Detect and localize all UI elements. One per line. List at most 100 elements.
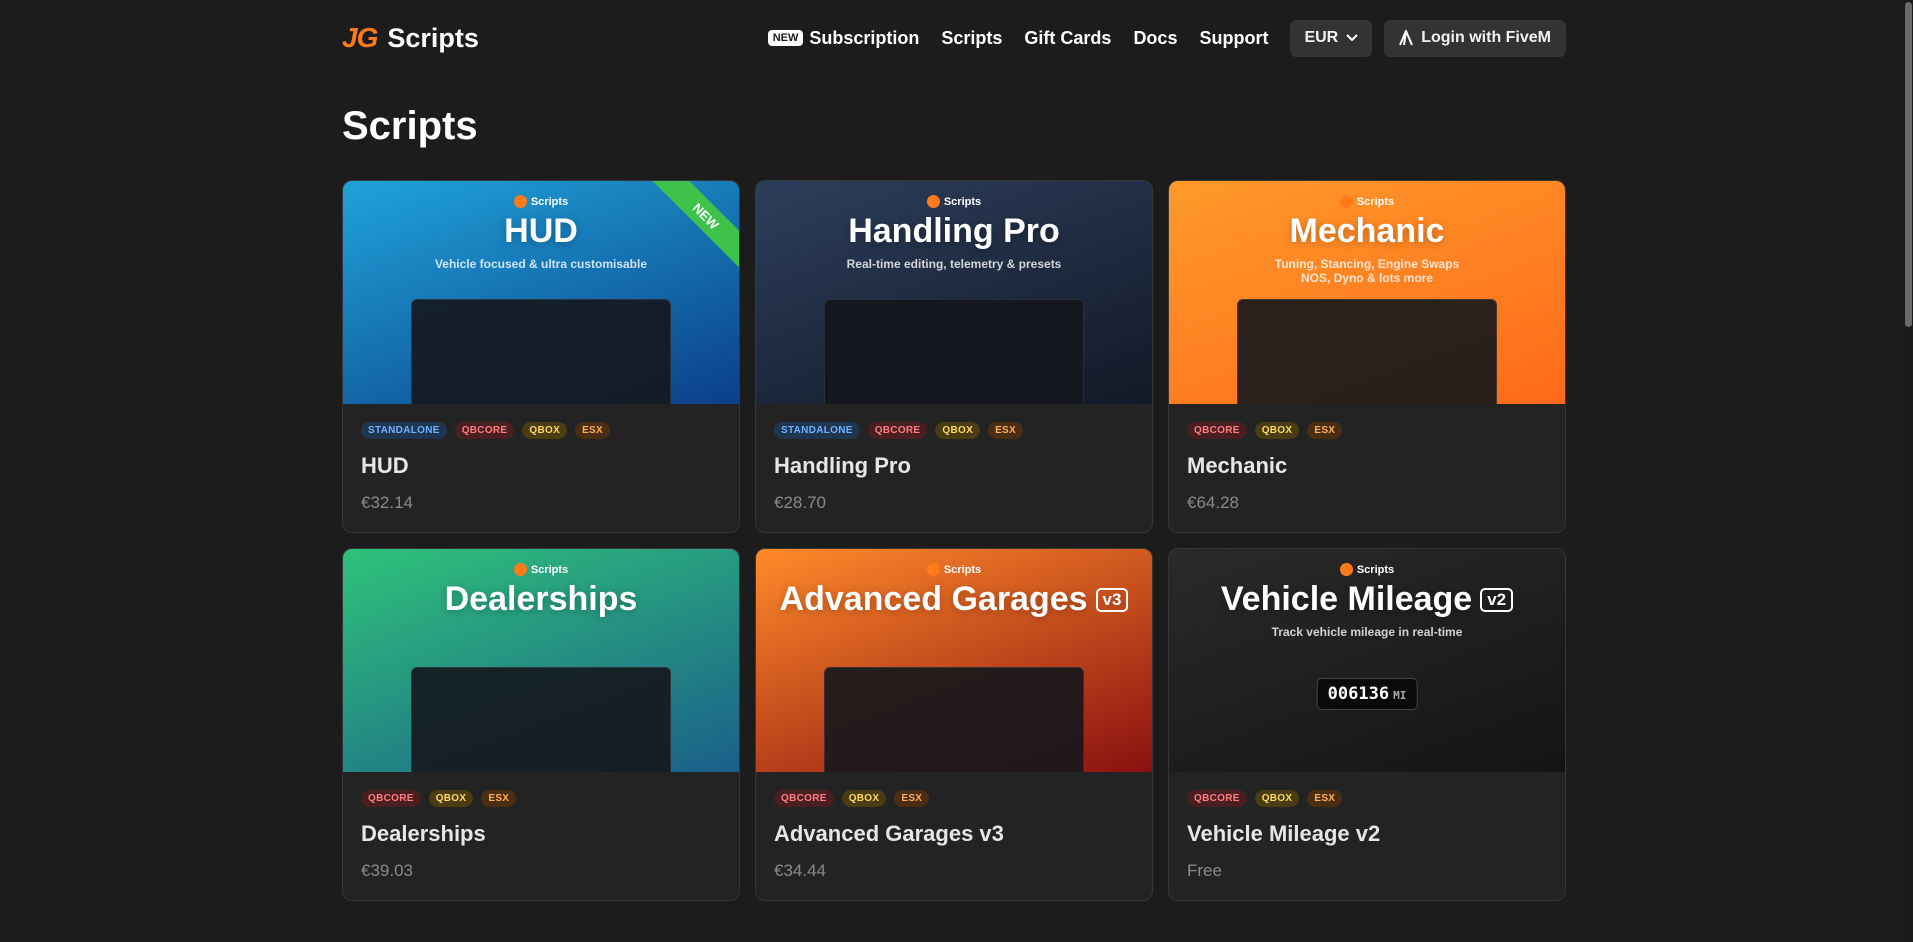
framework-tag: QBCORE (361, 790, 421, 807)
framework-tag: QBCORE (774, 790, 834, 807)
new-badge: NEW (767, 30, 804, 46)
framework-tag: QBCORE (1187, 422, 1247, 439)
brand-dot-icon (926, 563, 940, 576)
odometer-unit: MI (1393, 689, 1407, 702)
banner-brand: Scripts (513, 563, 569, 576)
banner-screenshot (1237, 299, 1497, 404)
banner-brand: Scripts (1339, 563, 1395, 576)
nav-support[interactable]: Support (1199, 28, 1268, 49)
logo-text: Scripts (387, 22, 479, 53)
scripts-grid: Scripts HUD Vehicle focused & ultra cust… (342, 180, 1566, 901)
currency-value: EUR (1304, 29, 1339, 46)
card-title: Advanced Garages v3 (774, 821, 1004, 846)
banner-title: HUD (504, 212, 578, 251)
banner-title: Dealerships (445, 580, 638, 619)
banner-subtitle: Tuning, Stancing, Engine Swaps NOS, Dyno… (1274, 257, 1460, 285)
script-card[interactable]: Scripts Dealerships QBCORE QBOX ESX Dealer… (342, 548, 740, 901)
card-title: Vehicle Mileage v2 (1187, 821, 1381, 846)
script-card[interactable]: Scripts Vehicle Mileage v2 Track vehicle … (1168, 548, 1566, 901)
script-card[interactable]: Scripts HUD Vehicle focused & ultra cust… (342, 180, 740, 533)
brand-logo[interactable]: JG Scripts (342, 22, 479, 54)
framework-tag: QBOX (1254, 790, 1300, 807)
nav-scripts[interactable]: Scripts (941, 28, 1002, 49)
card-banner: Scripts Mechanic Tuning, Stancing, Engin… (1169, 181, 1565, 404)
script-card[interactable]: Scripts Handling Pro Real-time editing, … (755, 180, 1153, 533)
version-badge: v2 (1480, 587, 1514, 612)
nav-gift-cards[interactable]: Gift Cards (1024, 28, 1111, 49)
scrollbar[interactable] (1904, 0, 1913, 942)
currency-select[interactable]: EUR (1290, 19, 1373, 57)
banner-title-text: Mechanic (1289, 212, 1445, 250)
version-badge: v3 (1095, 587, 1129, 612)
scrollbar-thumb[interactable] (1905, 2, 1912, 327)
framework-tag: ESX (1307, 422, 1343, 439)
login-button[interactable]: Login with FiveM (1384, 19, 1566, 57)
banner-title: Mechanic (1290, 212, 1445, 251)
brand-dot-icon (513, 563, 527, 576)
fivem-icon (1399, 30, 1414, 46)
banner-title: Vehicle Mileage v2 (1220, 580, 1514, 619)
card-price: €64.28 (1187, 493, 1239, 512)
framework-tag: ESX (575, 422, 610, 439)
framework-tag: QBCORE (867, 422, 928, 439)
nav-docs[interactable]: Docs (1133, 28, 1177, 49)
nav-subscription[interactable]: NEW Subscription (767, 28, 919, 49)
banner-title-text: Advanced Garages (779, 580, 1088, 618)
card-banner: Scripts HUD Vehicle focused & ultra cust… (343, 181, 739, 404)
banner-title-text: Dealerships (444, 580, 638, 618)
banner-subtitle: Real-time editing, telemetry & presets (846, 257, 1062, 271)
card-title: HUD (361, 453, 409, 478)
banner-screenshot (824, 667, 1084, 772)
brand-dot-icon (1339, 563, 1353, 576)
framework-tags: QBCORE QBOX ESX (343, 772, 739, 807)
banner-title-text: HUD (504, 212, 578, 250)
card-banner: Scripts Advanced Garages v3 (756, 549, 1152, 772)
card-title: Handling Pro (774, 453, 911, 478)
site-header: JG Scripts NEW Subscription Scripts Gift… (342, 0, 1566, 76)
banner-brand: Scripts (926, 563, 982, 576)
framework-tag: QBOX (1254, 422, 1300, 439)
banner-title-text: Handling Pro (848, 212, 1060, 250)
script-card[interactable]: Scripts Mechanic Tuning, Stancing, Engin… (1168, 180, 1566, 533)
card-price: €34.44 (774, 861, 826, 880)
framework-tags: QBCORE QBOX ESX (1169, 772, 1565, 807)
card-banner: Scripts Dealerships (343, 549, 739, 772)
banner-subtitle: Vehicle focused & ultra customisable (434, 257, 648, 271)
banner-brand-text: Scripts (943, 563, 982, 576)
login-label: Login with FiveM (1421, 29, 1551, 46)
new-ribbon: NEW (650, 181, 739, 272)
card-title: Mechanic (1187, 453, 1288, 478)
card-price: €39.03 (361, 861, 413, 880)
banner-screenshot (411, 667, 671, 772)
banner-title: Handling Pro (848, 212, 1060, 251)
banner-title-text: Vehicle Mileage (1220, 580, 1473, 618)
brand-dot-icon (513, 195, 527, 208)
banner-brand: Scripts (926, 195, 982, 208)
brand-dot-icon (1339, 195, 1353, 208)
banner-title: Advanced Garages v3 (780, 580, 1129, 619)
main-nav: NEW Subscription Scripts Gift Cards Docs… (767, 19, 1566, 57)
framework-tags: QBCORE QBOX ESX (756, 772, 1152, 807)
framework-tag: STANDALONE (774, 422, 860, 439)
framework-tags: STANDALONE QBCORE QBOX ESX (756, 404, 1152, 439)
framework-tags: STANDALONE QBCORE QBOX ESX (343, 404, 739, 439)
framework-tag: ESX (988, 422, 1023, 439)
banner-subtitle: Track vehicle mileage in real-time (1271, 625, 1463, 639)
framework-tag: ESX (481, 790, 517, 807)
banner-brand-text: Scripts (530, 195, 569, 208)
card-price: Free (1187, 861, 1222, 880)
card-price: €28.70 (774, 493, 826, 512)
banner-brand-text: Scripts (1356, 563, 1395, 576)
framework-tag: QBCORE (454, 422, 515, 439)
framework-tag: QBOX (428, 790, 474, 807)
page-title: Scripts (342, 104, 478, 148)
banner-brand-text: Scripts (943, 195, 982, 208)
banner-brand-text: Scripts (530, 563, 569, 576)
banner-brand-text: Scripts (1356, 195, 1395, 208)
banner-screenshot (824, 299, 1084, 404)
framework-tag: ESX (894, 790, 930, 807)
chevron-down-icon (1346, 34, 1358, 42)
script-card[interactable]: Scripts Advanced Garages v3 QBCORE QBOX ESX… (755, 548, 1153, 901)
banner-screenshot (411, 299, 671, 404)
card-price: €32.14 (361, 493, 413, 512)
